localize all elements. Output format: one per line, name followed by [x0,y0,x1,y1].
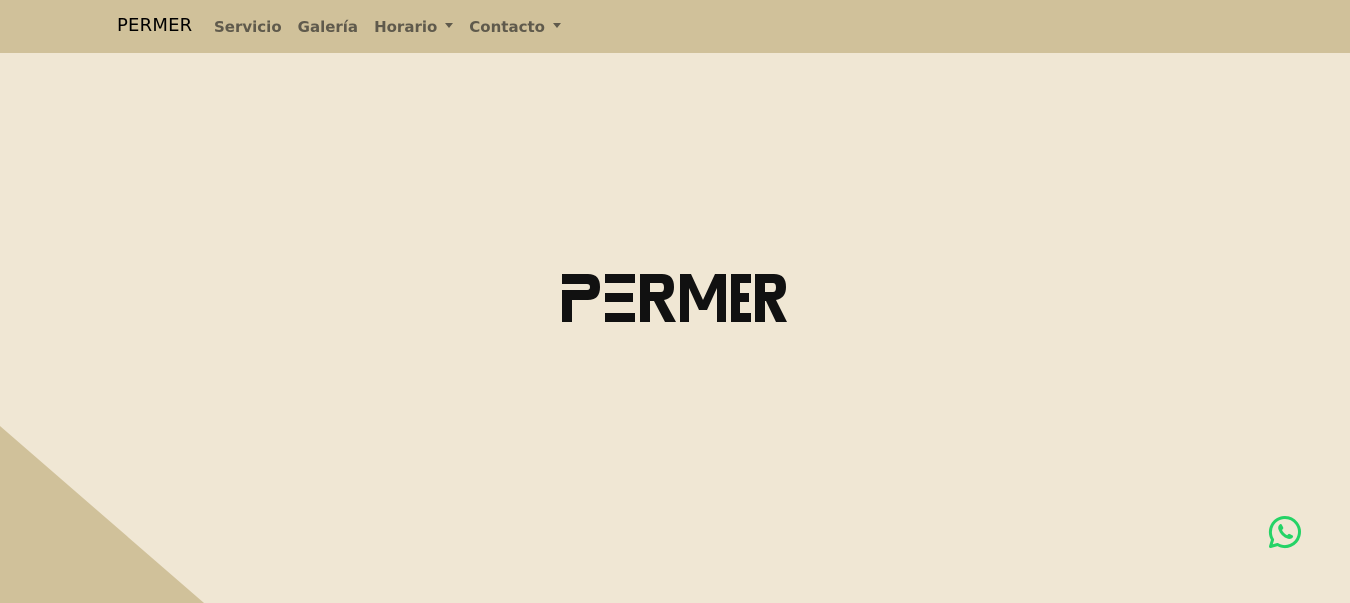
nav-label: Horario [374,17,438,36]
caret-down-icon [445,23,454,28]
nav-label: Servicio [214,17,282,36]
nav-dropdown-horario[interactable]: Horario [366,18,461,36]
brand-link[interactable]: PERMER [117,14,192,38]
nav-item-horario: Horario [366,18,461,36]
nav-item-galeria: Galería [290,18,366,36]
nav-menu: Servicio Galería Horario Contacto [206,0,569,53]
nav-item-contacto: Contacto [461,18,569,36]
nav-link-servicio[interactable]: Servicio [206,18,290,36]
decorative-corner-triangle [0,426,204,603]
hero-logo [562,274,787,322]
nav-label: Contacto [469,17,545,36]
nav-dropdown-contacto[interactable]: Contacto [461,18,569,36]
nav-link-galeria[interactable]: Galería [290,18,366,36]
nav-label: Galería [297,17,359,36]
caret-down-icon [552,23,561,28]
whatsapp-icon[interactable] [1268,515,1302,549]
top-navbar: PERMER Servicio Galería Horario Contacto [0,0,1350,53]
nav-item-servicio: Servicio [206,18,290,36]
